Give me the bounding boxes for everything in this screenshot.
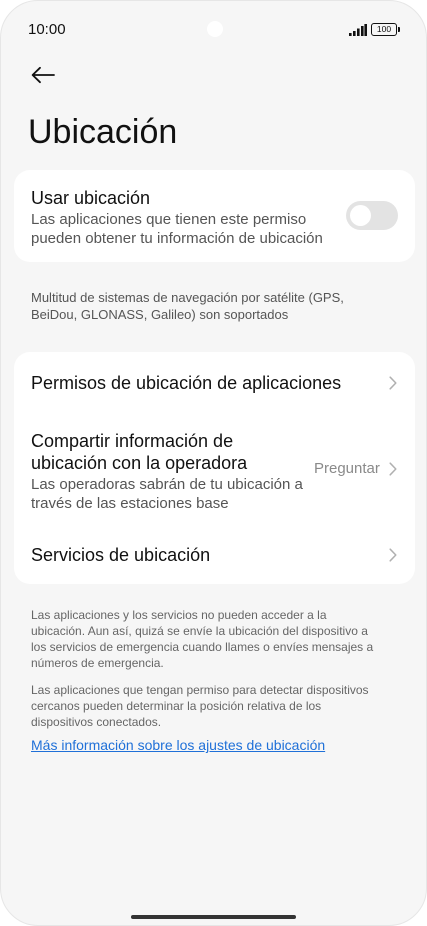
location-settings-info-link[interactable]: Más información sobre los ajustes de ubi… <box>31 737 325 753</box>
home-indicator[interactable] <box>131 915 296 919</box>
use-location-card: Usar ubicación Las aplicaciones que tien… <box>14 170 415 262</box>
footer-line: Las aplicaciones que tengan permiso para… <box>31 683 369 697</box>
satellite-note-line2: BeiDou, GLONASS, Galileo) son soportados <box>31 307 289 322</box>
location-services-row[interactable]: Servicios de ubicación <box>14 520 415 584</box>
arrow-left-icon <box>31 66 55 84</box>
location-services-title: Servicios de ubicación <box>31 545 211 565</box>
back-button[interactable] <box>27 59 59 91</box>
location-settings-card: Permisos de ubicación de aplicaciones Co… <box>14 352 415 584</box>
satellite-note: Multitud de sistemas de navegación por s… <box>31 289 391 323</box>
status-time: 10:00 <box>28 21 66 38</box>
status-bar: 10:00 100 <box>1 1 426 57</box>
footer-line: números de emergencia. <box>31 656 164 670</box>
share-carrier-subtitle-line2: través de las estaciones base <box>31 495 229 512</box>
footer-line: cercanos pueden determinar la posición r… <box>31 699 322 713</box>
app-location-permissions-title: Permisos de ubicación de aplicaciones <box>31 373 342 393</box>
chevron-right-icon <box>389 548 397 562</box>
footer-line: los servicios de emergencia cuando llame… <box>31 640 374 654</box>
share-carrier-location-row[interactable]: Compartir información de ubicación con l… <box>14 416 415 520</box>
share-carrier-subtitle-line1: Las operadoras sabrán de tu ubicación a <box>31 476 303 493</box>
signal-icon <box>349 24 367 36</box>
use-location-toggle[interactable] <box>346 201 398 230</box>
share-carrier-title-line1: Compartir información de <box>31 431 234 451</box>
chevron-right-icon <box>389 462 397 476</box>
toggle-knob <box>350 205 371 226</box>
satellite-note-line1: Multitud de sistemas de navegación por s… <box>31 290 344 305</box>
share-carrier-value: Preguntar <box>314 460 380 477</box>
footer-line: Las aplicaciones y los servicios no pued… <box>31 608 327 622</box>
emergency-info-paragraph: Las aplicaciones y los servicios no pued… <box>31 607 397 671</box>
camera-cutout <box>207 21 223 37</box>
nearby-devices-paragraph: Las aplicaciones que tengan permiso para… <box>31 682 397 730</box>
footer-line: ubicación. Aun así, quizá se envíe la ub… <box>31 624 368 638</box>
phone-screen: 10:00 100 Ubicación Usar ubicación Las a… <box>0 0 427 926</box>
share-carrier-title-line2: ubicación con la operadora <box>31 453 248 473</box>
page-title: Ubicación <box>28 113 178 151</box>
use-location-title: Usar ubicación <box>31 188 151 208</box>
chevron-right-icon <box>389 376 397 390</box>
footer-line: dispositivos conectados. <box>31 715 162 729</box>
app-location-permissions-row[interactable]: Permisos de ubicación de aplicaciones <box>14 352 415 416</box>
use-location-subtitle-line1: Las aplicaciones que tienen este permiso <box>31 211 307 228</box>
use-location-subtitle-line2: pueden obtener tu información de ubicaci… <box>31 230 323 247</box>
battery-icon: 100 <box>371 23 400 36</box>
